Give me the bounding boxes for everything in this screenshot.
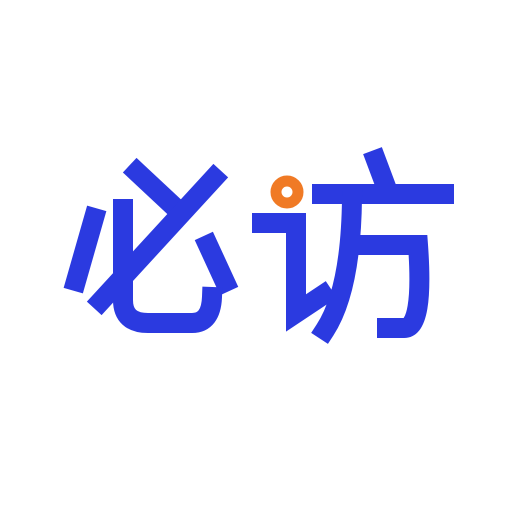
logo-graphic xyxy=(63,147,454,344)
accent-ring xyxy=(270,175,304,209)
character-bi xyxy=(63,157,239,333)
bifang-logo xyxy=(0,0,512,512)
